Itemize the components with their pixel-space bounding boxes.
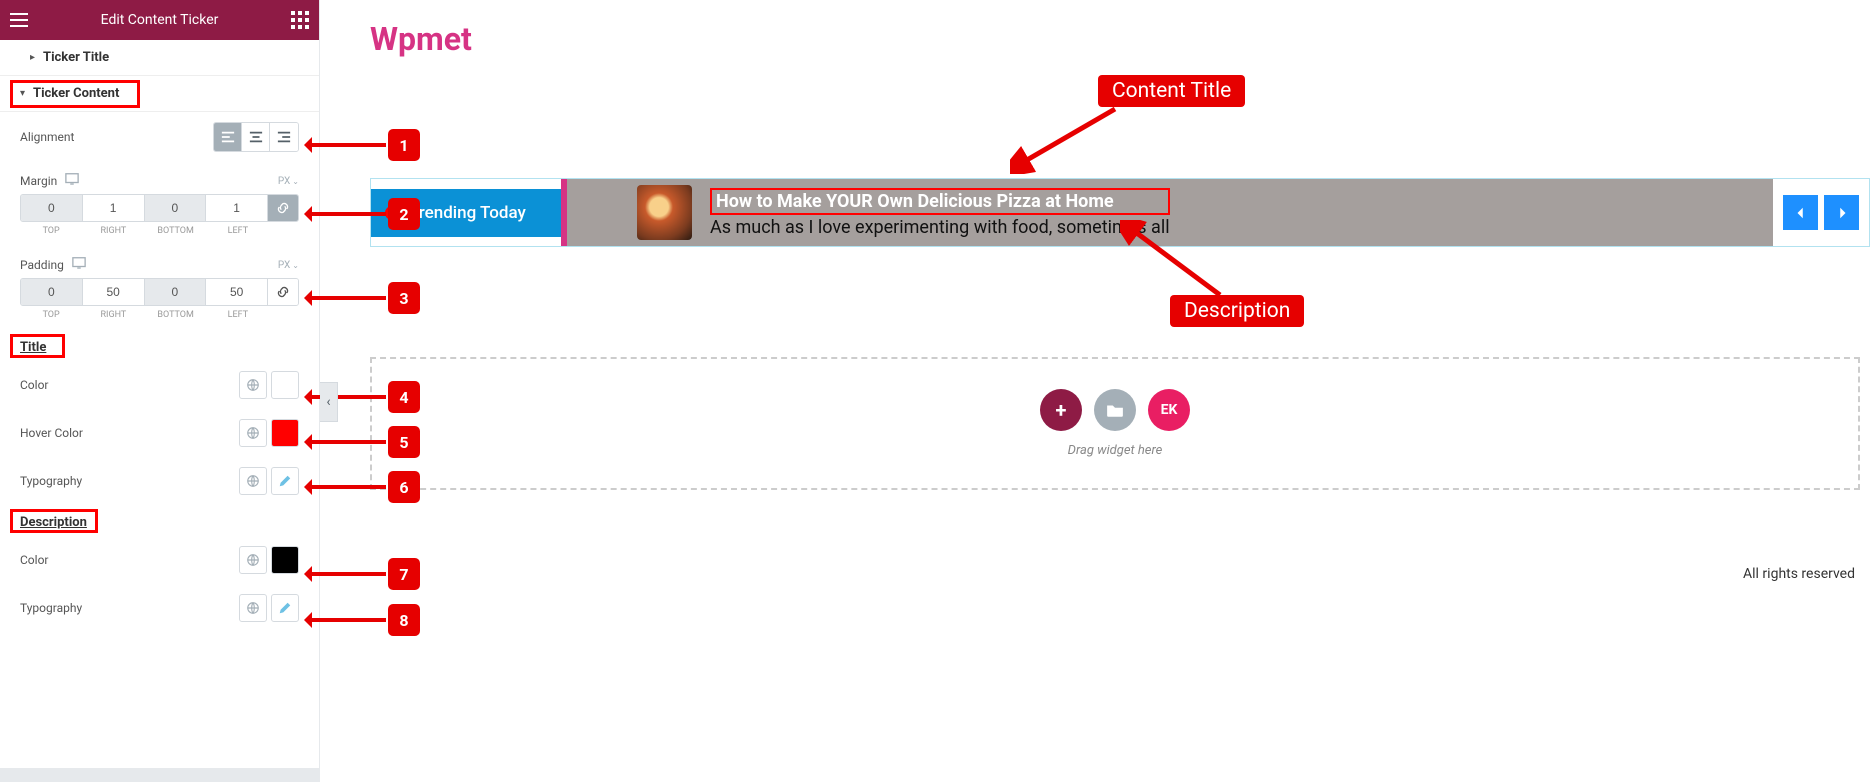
control-desc-typography: Typography: [0, 584, 319, 632]
canvas: Wpmet Trending Today How to Make YOUR Ow…: [320, 0, 1875, 782]
ticker-nav: [1773, 179, 1869, 246]
ticker-label: Trending Today: [371, 189, 561, 237]
align-left-button[interactable]: [214, 123, 242, 151]
subhead-description: Description: [0, 505, 319, 536]
global-color-button[interactable]: [239, 419, 267, 447]
section-ticker-title[interactable]: ▸ Ticker Title: [0, 40, 319, 76]
device-desktop-icon[interactable]: [65, 172, 79, 190]
template-library-button[interactable]: [1094, 389, 1136, 431]
ticker-label-text: Trending Today: [409, 203, 526, 223]
desc-color-swatch[interactable]: [271, 546, 299, 574]
ticker-prev-button[interactable]: [1783, 195, 1818, 230]
title-color-swatch[interactable]: [271, 371, 299, 399]
section-ticker-content[interactable]: ▾ Ticker Content: [0, 76, 319, 112]
live-dot-icon: [385, 206, 399, 220]
global-color-button[interactable]: [239, 371, 267, 399]
padding-bottom-input[interactable]: [145, 279, 206, 305]
global-typography-button[interactable]: [239, 467, 267, 495]
control-alignment: Alignment: [0, 112, 319, 162]
padding-link-toggle[interactable]: [268, 279, 298, 305]
global-typography-button[interactable]: [239, 594, 267, 622]
subhead-title: Title: [0, 330, 319, 361]
padding-left-input[interactable]: [206, 279, 267, 305]
margin-link-toggle[interactable]: [268, 195, 298, 221]
section-label: Ticker Title: [43, 50, 109, 65]
elementskit-button[interactable]: EK: [1148, 389, 1190, 431]
margin-left-input[interactable]: [206, 195, 267, 221]
sidebar-title: Edit Content Ticker: [101, 12, 219, 28]
typography-edit-button[interactable]: [271, 594, 299, 622]
content-ticker-widget[interactable]: Trending Today How to Make YOUR Own Deli…: [370, 178, 1870, 247]
margin-bottom-input[interactable]: [145, 195, 206, 221]
unit-toggle-margin[interactable]: PX⌄: [278, 176, 299, 187]
widget-dropzone[interactable]: + EK Drag widget here: [370, 357, 1860, 490]
footer-text: All rights reserved: [1743, 566, 1855, 582]
highlight-box: [10, 80, 140, 108]
align-center-button[interactable]: [242, 123, 270, 151]
margin-inputs: TOPRIGHTBOTTOMLEFT: [0, 194, 319, 246]
ticker-next-button[interactable]: [1824, 195, 1859, 230]
control-desc-color: Color: [0, 536, 319, 584]
margin-right-input[interactable]: [83, 195, 144, 221]
label-margin: Margin: [20, 174, 57, 188]
caret-right-icon: ▸: [30, 52, 35, 63]
padding-right-input[interactable]: [83, 279, 144, 305]
control-title-typography: Typography: [0, 457, 319, 505]
align-right-button[interactable]: [270, 123, 298, 151]
control-title-color: Color: [0, 361, 319, 409]
alignment-group: [213, 122, 299, 152]
control-margin-header: Margin PX⌄: [0, 162, 319, 194]
device-desktop-icon[interactable]: [72, 256, 86, 274]
control-padding-header: Padding PX⌄: [0, 246, 319, 278]
sidebar-header: Edit Content Ticker: [0, 0, 319, 40]
global-color-button[interactable]: [239, 546, 267, 574]
editor-sidebar: Edit Content Ticker ▸ Ticker Title ▾ Tic…: [0, 0, 320, 782]
menu-icon[interactable]: [10, 13, 28, 27]
ticker-body: How to Make YOUR Own Delicious Pizza at …: [567, 179, 1773, 246]
sidebar-footer: [0, 768, 320, 782]
dropzone-label: Drag widget here: [402, 443, 1828, 458]
brand-logo: Wpmet: [370, 20, 1875, 58]
ticker-text: How to Make YOUR Own Delicious Pizza at …: [710, 188, 1170, 238]
collapse-sidebar-button[interactable]: [320, 382, 338, 422]
highlight-box: [10, 509, 98, 533]
highlight-box: [10, 334, 65, 358]
add-widget-button[interactable]: +: [1040, 389, 1082, 431]
padding-top-input[interactable]: [21, 279, 82, 305]
label-padding: Padding: [20, 258, 64, 272]
ticker-content-description: As much as I love experimenting with foo…: [710, 217, 1170, 238]
panel-body: ▸ Ticker Title ▾ Ticker Content Alignmen…: [0, 40, 319, 632]
title-hover-color-swatch[interactable]: [271, 419, 299, 447]
margin-top-input[interactable]: [21, 195, 82, 221]
padding-inputs: TOPRIGHTBOTTOMLEFT: [0, 278, 319, 330]
unit-toggle-padding[interactable]: PX⌄: [278, 260, 299, 271]
control-title-hover-color: Hover Color: [0, 409, 319, 457]
label-alignment: Alignment: [20, 130, 74, 144]
typography-edit-button[interactable]: [271, 467, 299, 495]
ticker-content-title[interactable]: How to Make YOUR Own Delicious Pizza at …: [710, 188, 1170, 215]
ticker-thumbnail: [637, 185, 692, 240]
apps-icon[interactable]: [291, 11, 309, 29]
